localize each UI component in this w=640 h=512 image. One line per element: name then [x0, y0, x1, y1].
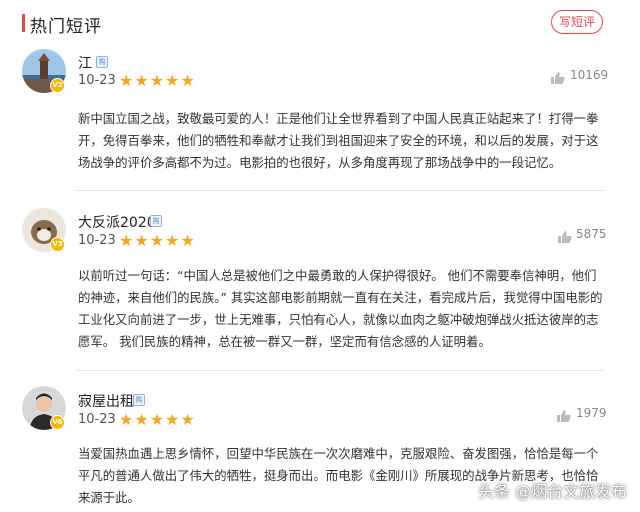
rating-stars: ★★★★★: [119, 231, 196, 250]
star-icon: ★: [119, 410, 135, 429]
thumbs-up-icon[interactable]: [558, 228, 572, 243]
level-badge: V3: [50, 237, 65, 252]
username[interactable]: 江: [78, 53, 92, 73]
write-review-button[interactable]: 写短评: [551, 10, 603, 34]
review-date: 10-23: [78, 412, 116, 427]
like-count: 10169: [570, 68, 609, 82]
review-text: 以前听过一句话：“中国人总是被他们之中最勇敢的人保护得很好。 他们不需要奉信神明…: [78, 268, 603, 349]
section-title: 热门短评: [30, 17, 102, 37]
star-icon: ★: [165, 410, 181, 429]
header-accent-bar: [22, 14, 25, 32]
like-count: 5875: [576, 227, 607, 241]
star-icon: ★: [149, 71, 166, 90]
star-icon: ★: [149, 410, 166, 429]
section-header: 热门短评 写短评: [0, 0, 640, 46]
star-icon: ★: [134, 71, 150, 90]
star-icon: ★: [119, 71, 135, 90]
thumbs-up-icon[interactable]: [557, 407, 571, 422]
level-badge: V6: [50, 415, 65, 430]
verified-badge-icon: 购: [96, 56, 108, 68]
star-icon: ★: [134, 410, 150, 429]
watermark: 头条 @烟台文旅发布: [478, 482, 628, 501]
review-text: 新中国立国之战，致敬最可爱的人！正是他们让全世界看到了中国人民真正站起来了！打得…: [78, 111, 599, 170]
star-icon: ★: [180, 410, 196, 429]
rating-stars: ★★★★★: [119, 410, 196, 429]
username[interactable]: 大反派2020: [78, 212, 156, 232]
star-icon: ★: [119, 231, 135, 250]
username[interactable]: 寂屋出租: [78, 391, 134, 411]
level-badge: V2: [50, 78, 65, 93]
star-icon: ★: [149, 231, 166, 250]
like-count: 1979: [576, 406, 607, 420]
star-icon: ★: [165, 71, 181, 90]
divider: [76, 370, 604, 371]
verified-badge-icon: 购: [150, 215, 162, 227]
divider: [76, 190, 604, 191]
thumbs-up-icon[interactable]: [551, 69, 565, 84]
star-icon: ★: [134, 231, 150, 250]
star-icon: ★: [180, 71, 196, 90]
verified-badge-icon: 购: [133, 394, 145, 406]
review-date: 10-23: [78, 233, 116, 248]
rating-stars: ★★★★★: [119, 71, 196, 90]
star-icon: ★: [165, 231, 181, 250]
star-icon: ★: [180, 231, 196, 250]
review-date: 10-23: [78, 73, 116, 88]
